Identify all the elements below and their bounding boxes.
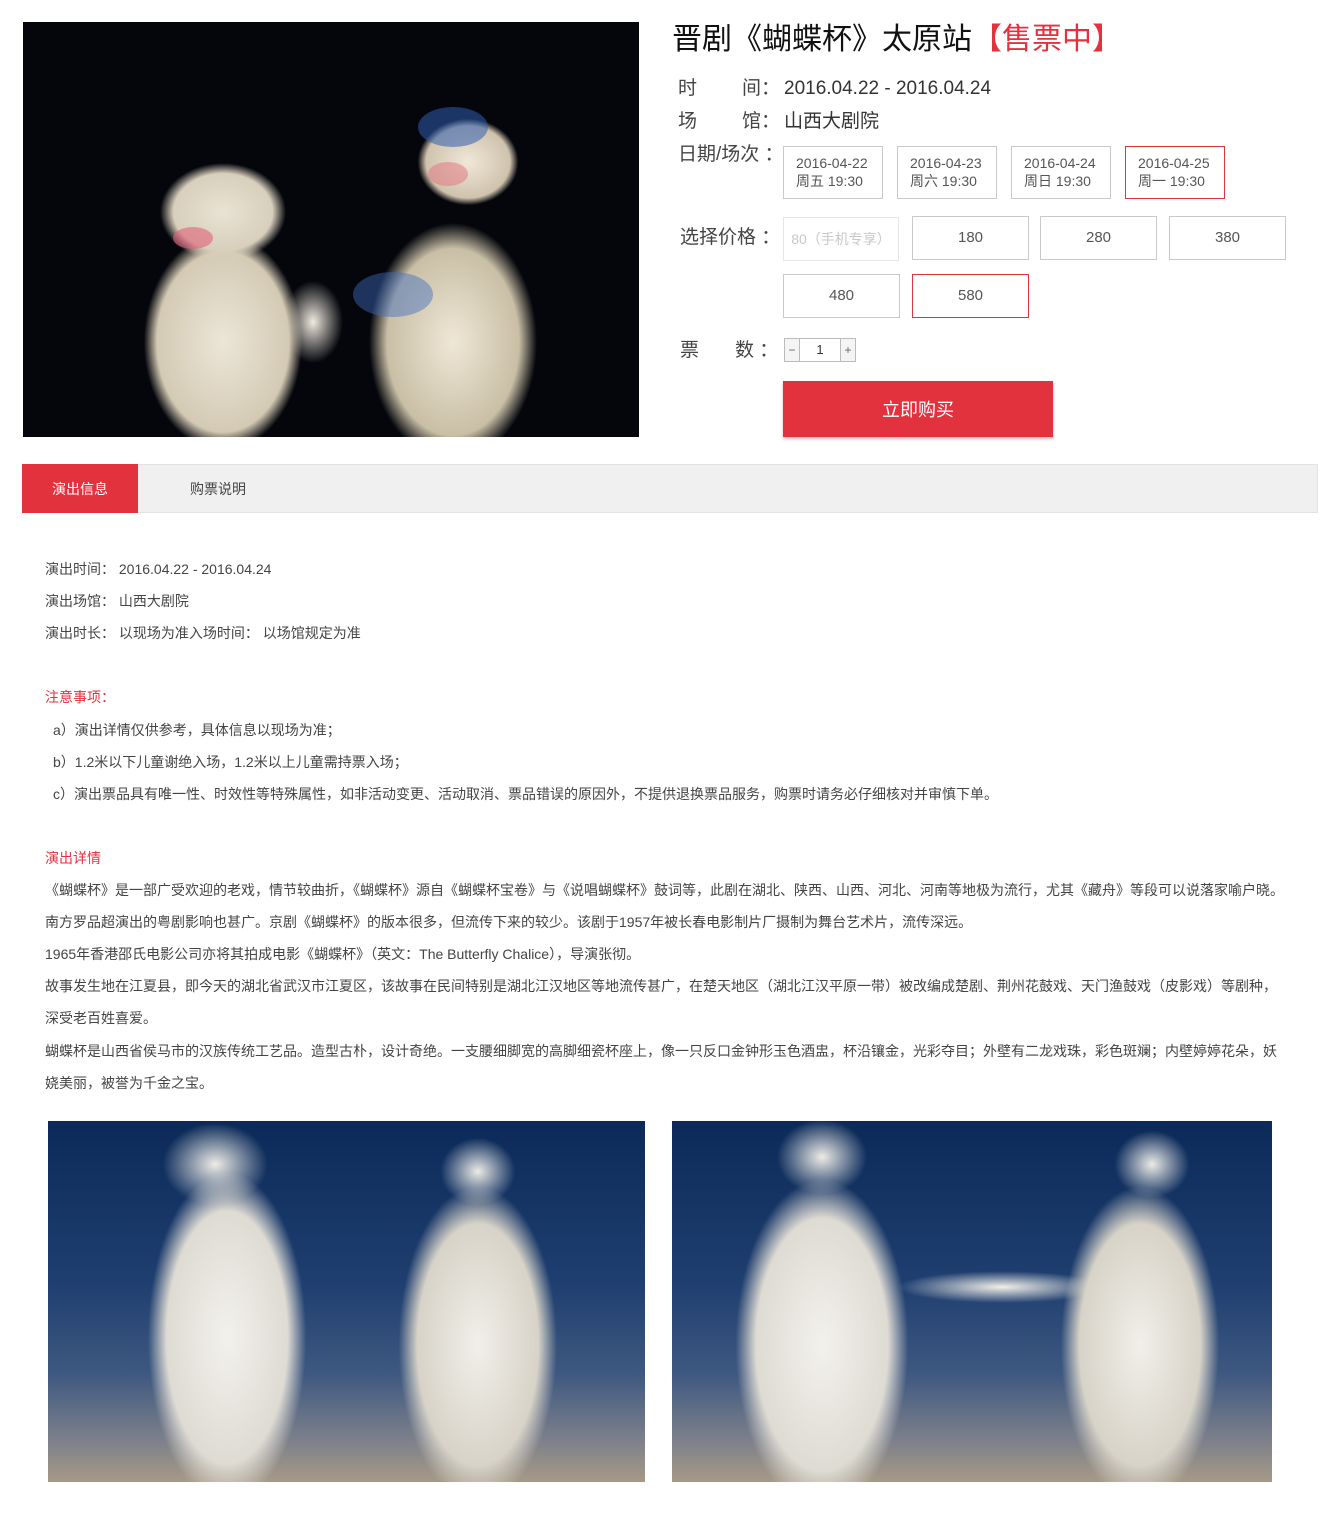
quantity-stepper: − 1 + bbox=[784, 338, 856, 362]
notice-item: b）1.2米以下儿童谢绝入场，1.2米以上儿童需持票入场； bbox=[53, 754, 408, 770]
price-label: 选择价格 ： bbox=[680, 227, 781, 248]
notice-heading: 注意事项： bbox=[45, 689, 115, 705]
session-time: 周六 19:30 bbox=[910, 173, 977, 189]
stage-photo bbox=[672, 1121, 1272, 1482]
info-show-venue: 演出场馆： 山西大剧院 bbox=[45, 593, 189, 609]
venue-value: 山西大剧院 bbox=[784, 111, 880, 132]
price-option[interactable]: 480 bbox=[783, 274, 900, 318]
sale-status-badge: 【售票中】 bbox=[972, 23, 1122, 56]
details-paragraph: 蝴蝶杯是山西省侯马市的汉族传统工艺品。造型古朴，设计奇绝。一支腰细脚宽的高脚细瓷… bbox=[45, 1043, 1277, 1091]
buy-now-button[interactable]: 立即购买 bbox=[783, 381, 1053, 437]
info-show-duration: 演出时长： 以现场为准入场时间： 以场馆规定为准 bbox=[45, 625, 361, 641]
session-date: 2016-04-22 bbox=[796, 155, 868, 171]
time-label-char: 时 bbox=[678, 78, 698, 99]
session-option-selected[interactable]: 2016-04-25 周一 19:30 bbox=[1125, 146, 1225, 199]
time-label: 间： bbox=[742, 78, 781, 99]
session-time: 周一 19:30 bbox=[1138, 173, 1205, 189]
session-date: 2016-04-23 bbox=[910, 155, 982, 171]
quantity-increase-button[interactable]: + bbox=[840, 339, 855, 361]
session-time: 周五 19:30 bbox=[796, 173, 863, 189]
price-option[interactable]: 380 bbox=[1169, 216, 1286, 260]
session-option[interactable]: 2016-04-22 周五 19:30 bbox=[783, 146, 883, 199]
session-time: 周日 19:30 bbox=[1024, 173, 1091, 189]
notice-item: a）演出详情仅供参考，具体信息以现场为准； bbox=[53, 722, 341, 738]
hero-performance-photo bbox=[23, 22, 639, 437]
session-date: 2016-04-25 bbox=[1138, 155, 1210, 171]
notice-item: c）演出票品具有唯一性、时效性等特殊属性，如非活动变更、活动取消、票品错误的原因… bbox=[53, 786, 998, 802]
event-title: 晋剧《蝴蝶杯》太原站【售票中】 bbox=[672, 20, 1122, 60]
details-paragraph: 1965年香港邵氏电影公司亦将其拍成电影《蝴蝶杯》（英文：The Butterf… bbox=[45, 946, 641, 962]
session-option[interactable]: 2016-04-23 周六 19:30 bbox=[897, 146, 997, 199]
tab-show-info[interactable]: 演出信息 bbox=[22, 464, 138, 513]
price-option-selected[interactable]: 580 bbox=[912, 274, 1029, 318]
quantity-label: 数 ： bbox=[735, 340, 779, 361]
venue-label-char: 场 bbox=[678, 111, 698, 132]
details-paragraph: 《蝴蝶杯》是一部广受欢迎的老戏，情节较曲折，《蝴蝶杯》源自《蝴蝶杯宝卷》与《说唱… bbox=[45, 882, 1284, 930]
price-option-disabled: 80（手机专享） bbox=[783, 217, 899, 261]
detail-tab-bar: 演出信息 购票说明 bbox=[22, 464, 1318, 513]
venue-label: 馆： bbox=[742, 111, 781, 132]
event-title-text: 晋剧《蝴蝶杯》太原站 bbox=[672, 23, 972, 56]
session-option[interactable]: 2016-04-24 周日 19:30 bbox=[1011, 146, 1111, 199]
info-show-time: 演出时间： 2016.04.22 - 2016.04.24 bbox=[45, 561, 272, 577]
price-option[interactable]: 180 bbox=[912, 216, 1029, 260]
details-paragraph: 故事发生地在江夏县，即今天的湖北省武汉市江夏区，该故事在民间特别是湖北江汉地区等… bbox=[45, 978, 1277, 1026]
stage-photo bbox=[48, 1121, 645, 1482]
session-label: 日期/场次 ： bbox=[678, 144, 784, 165]
price-option[interactable]: 280 bbox=[1040, 216, 1157, 260]
time-value: 2016.04.22 - 2016.04.24 bbox=[784, 78, 992, 99]
quantity-decrease-button[interactable]: − bbox=[785, 339, 800, 361]
details-heading: 演出详情 bbox=[45, 850, 101, 866]
quantity-input[interactable]: 1 bbox=[800, 339, 840, 361]
quantity-label-char: 票 bbox=[680, 340, 700, 361]
tab-purchase-notes[interactable]: 购票说明 bbox=[160, 464, 276, 513]
session-date: 2016-04-24 bbox=[1024, 155, 1096, 171]
